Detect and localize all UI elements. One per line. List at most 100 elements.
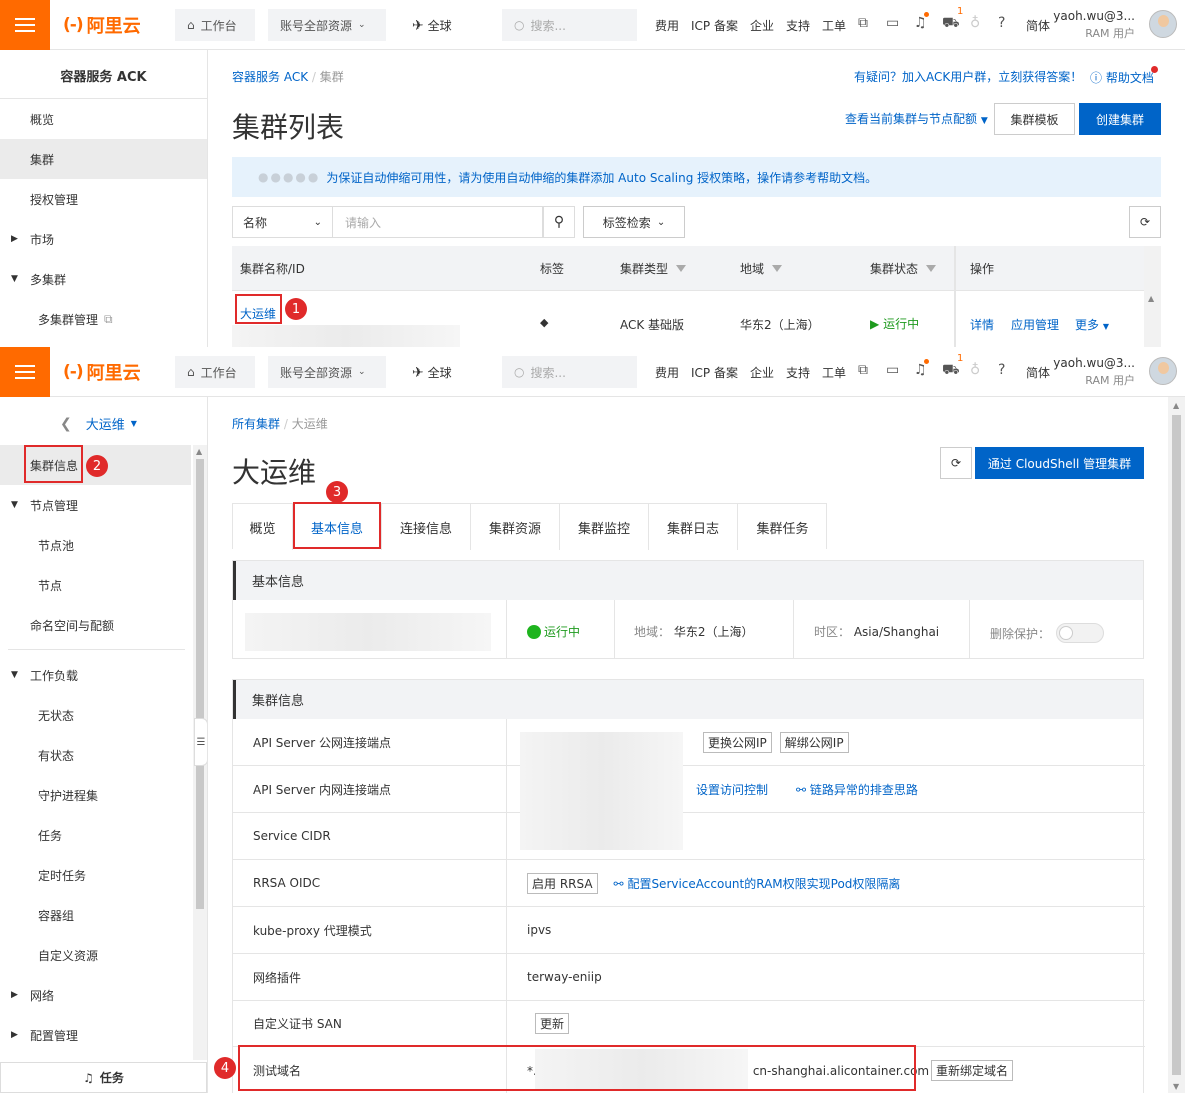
sidebar-item-namespaces[interactable]: 命名空间与配额	[0, 605, 207, 645]
help-icon[interactable]: ?	[998, 362, 1005, 378]
sidebar-item-workloads[interactable]: ▼ 工作负载	[0, 655, 207, 695]
terminal-icon[interactable]: ▭	[886, 15, 899, 31]
avatar[interactable]	[1149, 10, 1177, 38]
chevron-left-icon[interactable]: ❮	[60, 416, 72, 432]
breadcrumb-all-clusters[interactable]: 所有集群	[232, 417, 280, 431]
enable-rrsa-button[interactable]: 启用 RRSA	[527, 872, 598, 894]
col-status[interactable]: 集群状态	[870, 246, 937, 290]
sidebar-item-custom-resources[interactable]: 自定义资源	[0, 935, 207, 975]
tab-cluster-logs[interactable]: 集群日志	[649, 504, 738, 550]
tag-search-button[interactable]: 标签检索 ⌄	[583, 206, 685, 238]
hamburger-menu-icon[interactable]	[0, 347, 50, 397]
language-toggle[interactable]: 简体	[1026, 364, 1050, 381]
sidebar-item-daemonsets[interactable]: 守护进程集	[0, 775, 207, 815]
table-scrollbar[interactable]: ▲	[1144, 246, 1161, 347]
region-selector[interactable]: ✈ 全球	[412, 17, 452, 34]
workbench-button[interactable]: ⌂ 工作台	[175, 9, 255, 41]
nav-fees[interactable]: 费用	[655, 364, 679, 381]
help-doc-link[interactable]: ⓘ 帮助文档	[1090, 69, 1154, 86]
sidebar-item-statefulsets[interactable]: 有状态	[0, 735, 207, 775]
sidebar-item-pods[interactable]: 容器组	[0, 895, 207, 935]
lightbulb-icon[interactable]: ♁	[970, 362, 980, 378]
hamburger-menu-icon[interactable]	[0, 0, 50, 50]
cart-icon[interactable]: ⛟	[942, 15, 960, 33]
aliyun-logo[interactable]: (-) 阿里云	[63, 359, 141, 385]
avatar[interactable]	[1149, 357, 1177, 385]
sidebar-item-multicluster[interactable]: ▼ 多集群	[0, 259, 207, 299]
search-box[interactable]: ○ 搜索...	[502, 9, 637, 41]
nav-icp[interactable]: ICP 备案	[691, 17, 738, 34]
detail-link[interactable]: 详情	[970, 316, 994, 333]
tab-overview[interactable]: 概览	[233, 504, 293, 550]
nav-fees[interactable]: 费用	[655, 17, 679, 34]
code-icon[interactable]: ⧉	[858, 15, 868, 31]
sidebar-item-clusters[interactable]: 集群	[0, 139, 207, 179]
aliyun-logo[interactable]: (-) 阿里云	[63, 12, 141, 38]
delete-protection-toggle[interactable]	[1056, 623, 1105, 643]
rrsa-doc-link[interactable]: ⚯ 配置ServiceAccount的RAM权限实现Pod权限隔离	[614, 875, 901, 892]
more-link[interactable]: 更多 ▼	[1075, 316, 1109, 333]
unbind-public-ip-button[interactable]: 解绑公网IP	[779, 731, 849, 753]
nav-enterprise[interactable]: 企业	[750, 364, 774, 381]
sidebar-item-nodes[interactable]: 节点	[0, 565, 207, 605]
user-info[interactable]: yaoh.wu@3... RAM 用户	[1053, 355, 1135, 389]
tab-cluster-resources[interactable]: 集群资源	[471, 504, 560, 550]
col-region[interactable]: 地域	[740, 246, 783, 290]
help-icon[interactable]: ?	[998, 15, 1005, 31]
sidebar-item-node-management[interactable]: ▼ 节点管理	[0, 485, 207, 525]
tab-cluster-monitoring[interactable]: 集群监控	[560, 504, 649, 550]
access-control-link[interactable]: 设置访问控制	[696, 781, 768, 798]
account-resources-dropdown[interactable]: 账号全部资源 ⌄	[268, 356, 386, 388]
sidebar-item-jobs[interactable]: 任务	[0, 815, 207, 855]
account-resources-dropdown[interactable]: 账号全部资源 ⌄	[268, 9, 386, 41]
bell-icon[interactable]: ♫	[914, 362, 927, 378]
nav-support[interactable]: 支持	[786, 17, 810, 34]
scroll-thumb[interactable]	[196, 459, 204, 909]
troubleshoot-link[interactable]: ⚯ 链路异常的排查思路	[796, 781, 918, 798]
sidebar-item-cronjobs[interactable]: 定时任务	[0, 855, 207, 895]
sidebar-item-multicluster-manage[interactable]: 多集群管理 ⧉	[0, 299, 207, 339]
cluster-template-button[interactable]: 集群模板	[994, 103, 1075, 135]
filter-select[interactable]: 名称 ⌄	[232, 206, 333, 238]
nav-icp[interactable]: ICP 备案	[691, 364, 738, 381]
update-san-button[interactable]: 更新	[535, 1013, 570, 1034]
cloudshell-button[interactable]: 通过 CloudShell 管理集群	[975, 447, 1144, 479]
collapse-sidebar-handle[interactable]: ☰	[194, 718, 208, 766]
rebind-domain-button[interactable]: 重新绑定域名	[931, 1060, 1014, 1081]
language-toggle[interactable]: 简体	[1026, 17, 1050, 34]
search-box[interactable]: ○ 搜索...	[502, 356, 637, 388]
sidebar-item-market[interactable]: ▶ 市场	[0, 219, 207, 259]
tag-icon[interactable]: ◆	[540, 316, 548, 329]
workbench-button[interactable]: ⌂ 工作台	[175, 356, 255, 388]
region-selector[interactable]: ✈ 全球	[412, 364, 452, 381]
nav-enterprise[interactable]: 企业	[750, 17, 774, 34]
nav-ticket[interactable]: 工单	[822, 17, 846, 34]
sidebar-item-authorization[interactable]: 授权管理	[0, 179, 207, 219]
tab-cluster-tasks[interactable]: 集群任务	[738, 504, 827, 550]
scroll-thumb[interactable]	[1172, 415, 1181, 1075]
sidebar-item-config[interactable]: ▶ 配置管理	[0, 1015, 207, 1055]
sidebar-item-network[interactable]: ▶ 网络	[0, 975, 207, 1015]
create-cluster-button[interactable]: 创建集群	[1079, 103, 1161, 135]
sidebar-item-overview[interactable]: 概览	[0, 99, 207, 139]
terminal-icon[interactable]: ▭	[886, 362, 899, 378]
lightbulb-icon[interactable]: ♁	[970, 15, 980, 31]
nav-support[interactable]: 支持	[786, 364, 810, 381]
nav-ticket[interactable]: 工单	[822, 364, 846, 381]
app-manage-link[interactable]: 应用管理	[1011, 316, 1059, 333]
sidebar-item-deployments[interactable]: 无状态	[0, 695, 207, 735]
code-icon[interactable]: ⧉	[858, 362, 868, 378]
refresh-button[interactable]: ⟳	[1129, 206, 1161, 238]
col-type[interactable]: 集群类型	[620, 246, 687, 290]
refresh-button[interactable]: ⟳	[940, 447, 972, 479]
quota-link[interactable]: 查看当前集群与节点配额 ▼	[845, 110, 988, 127]
filter-search-button[interactable]: ⚲	[543, 206, 575, 238]
cluster-selector[interactable]: ❮ 大运维 ▼	[60, 414, 137, 434]
breadcrumb-ack[interactable]: 容器服务 ACK	[232, 70, 308, 84]
sidebar-item-node-pools[interactable]: 节点池	[0, 525, 207, 565]
task-button[interactable]: ♫ 任务	[0, 1062, 207, 1093]
page-scrollbar[interactable]: ▲ ▼	[1168, 397, 1185, 1093]
cart-icon[interactable]: ⛟	[942, 362, 960, 380]
filter-input[interactable]: 请输入	[333, 206, 543, 238]
user-info[interactable]: yaoh.wu@3... RAM 用户	[1053, 8, 1135, 42]
